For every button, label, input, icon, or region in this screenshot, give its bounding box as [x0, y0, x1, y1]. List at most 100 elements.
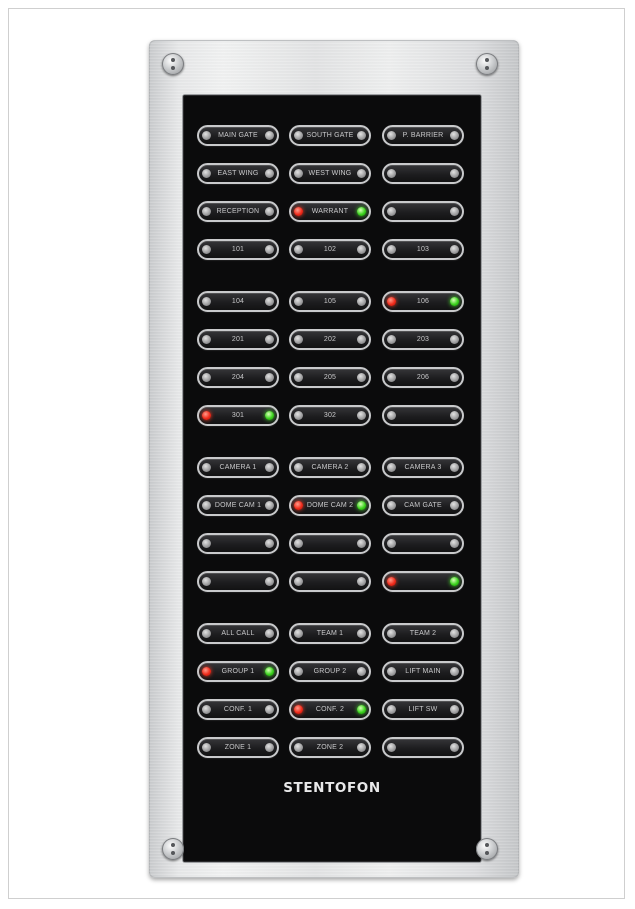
- status-led-left: [202, 539, 211, 548]
- call-button[interactable]: CONF. 2: [289, 699, 371, 720]
- call-button[interactable]: RECEPTION: [197, 201, 279, 222]
- status-led-right: [265, 539, 274, 548]
- call-button[interactable]: [197, 533, 279, 554]
- status-led-left: [202, 501, 211, 510]
- call-button[interactable]: TEAM 1: [289, 623, 371, 644]
- call-button[interactable]: CONF. 1: [197, 699, 279, 720]
- call-button[interactable]: ZONE 2: [289, 737, 371, 758]
- status-led-left: [294, 743, 303, 752]
- status-led-right: [357, 245, 366, 254]
- call-button[interactable]: 104: [197, 291, 279, 312]
- screw-icon: [162, 838, 184, 860]
- call-button[interactable]: ZONE 1: [197, 737, 279, 758]
- call-button[interactable]: LIFT SW: [382, 699, 464, 720]
- status-led-left: [202, 667, 211, 676]
- call-button[interactable]: 202: [289, 329, 371, 350]
- call-button[interactable]: P. BARRIER: [382, 125, 464, 146]
- call-button[interactable]: TEAM 2: [382, 623, 464, 644]
- status-led-right: [265, 297, 274, 306]
- button-label: 103: [416, 246, 430, 253]
- call-button[interactable]: [197, 571, 279, 592]
- call-button[interactable]: 201: [197, 329, 279, 350]
- status-led-left: [202, 705, 211, 714]
- call-button[interactable]: [382, 533, 464, 554]
- status-led-right: [265, 207, 274, 216]
- call-button[interactable]: 106: [382, 291, 464, 312]
- button-label: DOME CAM 2: [306, 502, 354, 509]
- status-led-right: [265, 169, 274, 178]
- status-led-right: [265, 629, 274, 638]
- call-button[interactable]: 205: [289, 367, 371, 388]
- call-button[interactable]: CAMERA 3: [382, 457, 464, 478]
- status-led-right: [357, 207, 366, 216]
- button-label: SOUTH GATE: [306, 132, 354, 139]
- call-button[interactable]: EAST WING: [197, 163, 279, 184]
- status-led-left: [294, 577, 303, 586]
- call-button[interactable]: [382, 163, 464, 184]
- status-led-right: [357, 629, 366, 638]
- call-button[interactable]: 301: [197, 405, 279, 426]
- status-led-left: [294, 501, 303, 510]
- button-panel: STENTOFON MAIN GATE SOUTH GATE P. BARRIER E…: [183, 95, 481, 862]
- status-led-left: [294, 335, 303, 344]
- status-led-right: [450, 245, 459, 254]
- status-led-right: [450, 373, 459, 382]
- call-button[interactable]: 101: [197, 239, 279, 260]
- button-label: [396, 407, 450, 424]
- button-label: GROUP 2: [313, 668, 347, 675]
- button-label: LIFT MAIN: [405, 668, 441, 675]
- button-label: GROUP 1: [221, 668, 255, 675]
- call-button[interactable]: GROUP 2: [289, 661, 371, 682]
- status-led-right: [265, 131, 274, 140]
- call-button[interactable]: [382, 201, 464, 222]
- button-label: 104: [231, 298, 245, 305]
- status-led-left: [202, 297, 211, 306]
- call-button[interactable]: 302: [289, 405, 371, 426]
- call-button[interactable]: SOUTH GATE: [289, 125, 371, 146]
- status-led-right: [450, 501, 459, 510]
- status-led-left: [294, 539, 303, 548]
- call-button[interactable]: WARRANT: [289, 201, 371, 222]
- call-button[interactable]: [289, 571, 371, 592]
- button-label: 204: [231, 374, 245, 381]
- call-button[interactable]: 203: [382, 329, 464, 350]
- call-button[interactable]: 105: [289, 291, 371, 312]
- button-label: CAMERA 3: [404, 464, 442, 471]
- button-label: 205: [323, 374, 337, 381]
- status-led-right: [357, 577, 366, 586]
- button-label: 202: [323, 336, 337, 343]
- button-label: MAIN GATE: [218, 132, 258, 139]
- status-led-right: [265, 705, 274, 714]
- button-label: CONF. 2: [315, 706, 345, 713]
- call-button[interactable]: CAMERA 1: [197, 457, 279, 478]
- call-button[interactable]: CAM GATE: [382, 495, 464, 516]
- status-led-left: [202, 411, 211, 420]
- button-label: 106: [416, 298, 430, 305]
- status-led-left: [387, 577, 396, 586]
- status-led-right: [265, 743, 274, 752]
- call-button[interactable]: [382, 737, 464, 758]
- status-led-left: [294, 373, 303, 382]
- status-led-left: [387, 705, 396, 714]
- status-led-left: [202, 169, 211, 178]
- call-button[interactable]: CAMERA 2: [289, 457, 371, 478]
- call-button[interactable]: GROUP 1: [197, 661, 279, 682]
- call-button[interactable]: [382, 571, 464, 592]
- button-label: TEAM 1: [316, 630, 344, 637]
- call-button[interactable]: LIFT MAIN: [382, 661, 464, 682]
- call-button[interactable]: DOME CAM 2: [289, 495, 371, 516]
- call-button[interactable]: 204: [197, 367, 279, 388]
- call-button[interactable]: 102: [289, 239, 371, 260]
- call-button[interactable]: [289, 533, 371, 554]
- call-button[interactable]: MAIN GATE: [197, 125, 279, 146]
- call-button[interactable]: 103: [382, 239, 464, 260]
- call-button[interactable]: WEST WING: [289, 163, 371, 184]
- status-led-right: [265, 373, 274, 382]
- call-button[interactable]: 206: [382, 367, 464, 388]
- button-label: [211, 535, 265, 552]
- call-button[interactable]: ALL CALL: [197, 623, 279, 644]
- call-button[interactable]: [382, 405, 464, 426]
- button-label: 301: [231, 412, 245, 419]
- call-button[interactable]: DOME CAM 1: [197, 495, 279, 516]
- button-label: CONF. 1: [223, 706, 253, 713]
